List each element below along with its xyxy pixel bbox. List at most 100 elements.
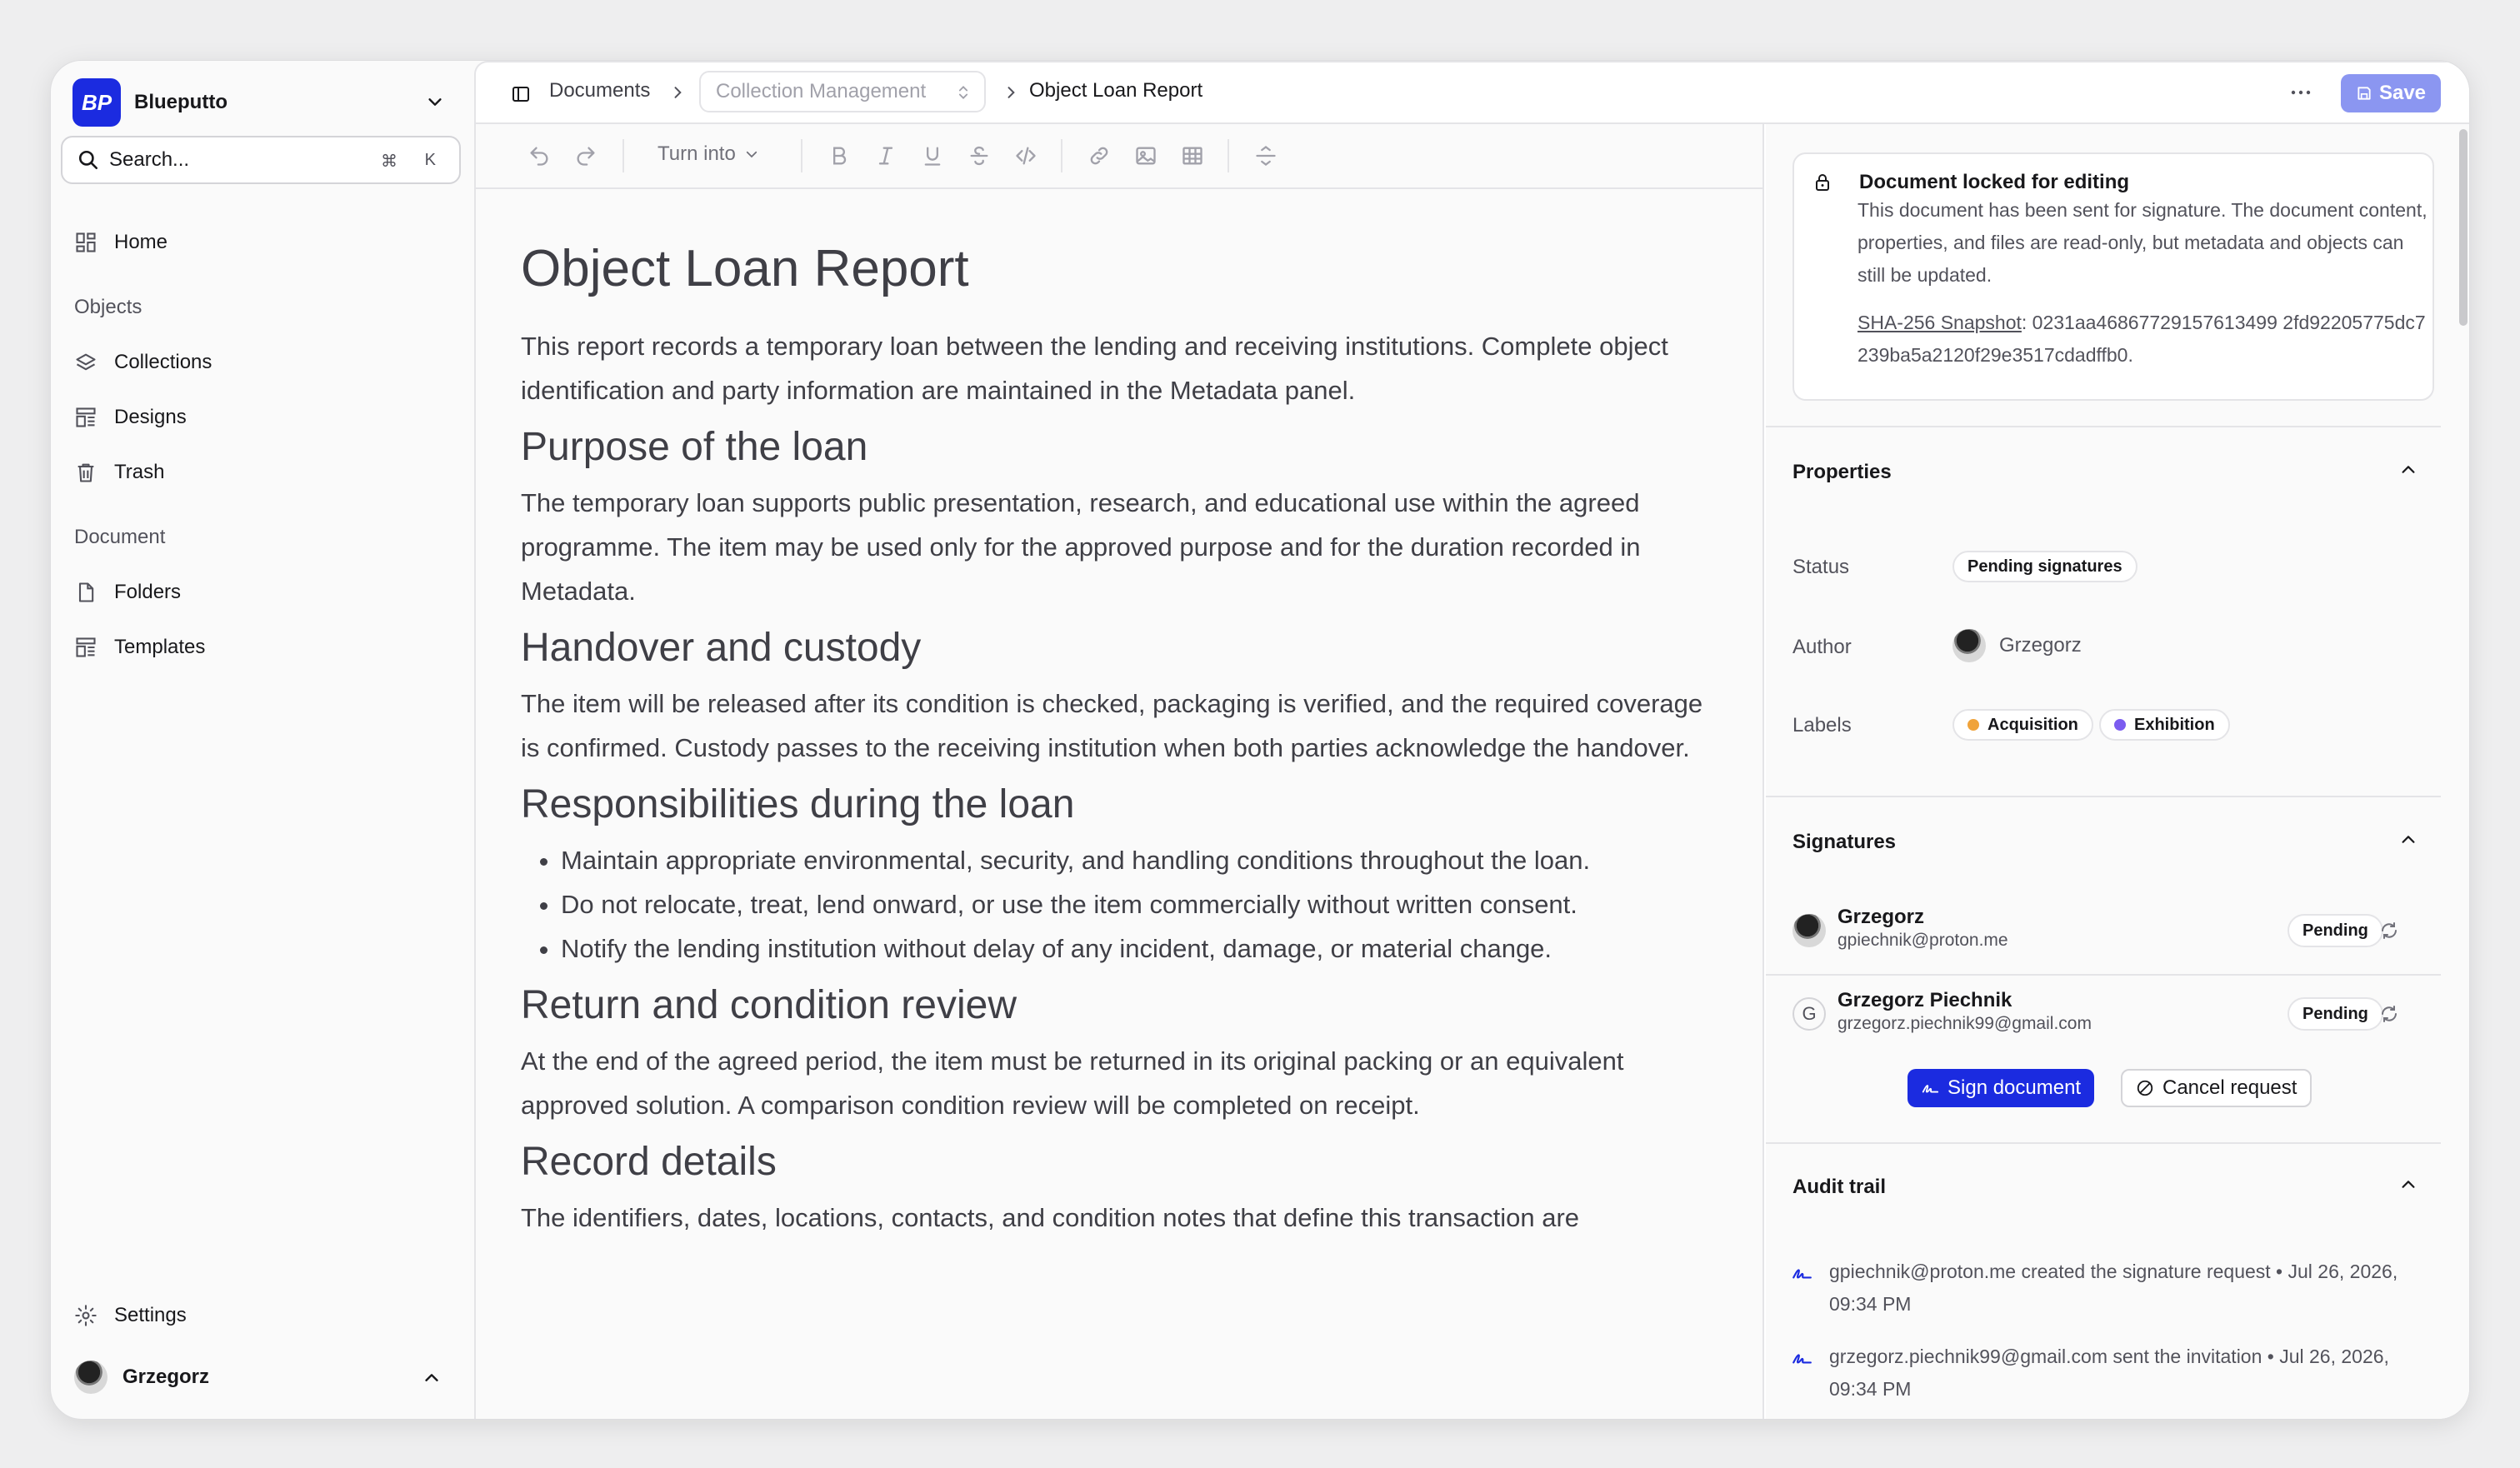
- chevron-down-icon: [428, 98, 442, 106]
- main-panel: Documents Collection Management Object L…: [474, 61, 2469, 1419]
- toolbar-divider: [1228, 139, 1229, 172]
- signature-row: G Grzegorz Piechnik grzegorz.piechnik99@…: [1766, 974, 2441, 1056]
- turn-into-dropdown[interactable]: Turn into: [658, 142, 759, 166]
- sidebar-item-label: Folders: [114, 581, 182, 603]
- properties-section: Properties Status Pending signatures Aut…: [1766, 426, 2441, 796]
- cancel-request-label: Cancel request: [2162, 1076, 2298, 1099]
- resend-icon[interactable]: [2379, 1004, 2399, 1024]
- sidebar-item-designs[interactable]: Designs: [74, 396, 187, 439]
- chevron-up-icon[interactable]: [422, 1369, 441, 1387]
- audit-trail-title: Audit trail: [1792, 1176, 1886, 1198]
- status-badge: Pending signatures: [1952, 551, 2138, 582]
- link-icon[interactable]: [1088, 144, 1111, 167]
- responsibilities-list: Maintain appropriate environmental, secu…: [561, 838, 1721, 971]
- breadcrumb-collection-select[interactable]: Collection Management: [699, 71, 986, 112]
- workspace-switcher[interactable]: BP Blueputto: [72, 67, 461, 137]
- lock-notice: Document locked for editing This documen…: [1792, 152, 2434, 401]
- document-title: Object Loan Report: [521, 240, 969, 297]
- breadcrumb-documents[interactable]: Documents: [549, 79, 650, 102]
- paragraph-intro: This report records a temporary loan bet…: [521, 332, 1668, 405]
- sidebar-item-label: Trash: [114, 461, 165, 483]
- redo-icon[interactable]: [574, 144, 598, 167]
- code-icon[interactable]: [1014, 144, 1038, 167]
- panel-scrollbar[interactable]: [2459, 129, 2468, 326]
- lock-title: Document locked for editing: [1859, 171, 2130, 193]
- label-chip[interactable]: Exhibition: [2099, 709, 2230, 741]
- chevron-right-icon: [674, 87, 682, 98]
- search-label: Search...: [109, 148, 190, 171]
- cancel-icon: [2137, 1080, 2153, 1096]
- editor: Turn into Object Loan Report This report: [476, 124, 1764, 1419]
- status-label: Status: [1792, 556, 1850, 578]
- sidebar-item-label: Templates: [114, 636, 206, 658]
- more-options-icon[interactable]: [2289, 82, 2312, 102]
- sidebar-item-templates[interactable]: Templates: [74, 626, 205, 669]
- audit-entry: grzegorz.piechnik99@gmail.com sent the i…: [1829, 1346, 2389, 1400]
- heading-return: Return and condition review: [521, 983, 1018, 1027]
- author-value: Grzegorz: [1952, 629, 2082, 662]
- underline-icon[interactable]: [921, 144, 944, 167]
- workspace-logo: BP: [72, 78, 121, 127]
- chevron-up-icon[interactable]: [2399, 831, 2418, 849]
- search-icon: [78, 150, 98, 170]
- label-color-dot: [2114, 719, 2126, 731]
- topbar: Documents Collection Management Object L…: [476, 62, 2469, 124]
- paragraph-handover: The item will be released after its cond…: [521, 689, 1703, 762]
- heading-handover: Handover and custody: [521, 626, 922, 670]
- sidebar-item-label: Settings: [114, 1304, 187, 1326]
- labels-label: Labels: [1792, 714, 1852, 736]
- image-icon[interactable]: [1134, 144, 1158, 167]
- properties-title: Properties: [1792, 461, 1892, 483]
- sidebar-item-label: Designs: [114, 406, 187, 428]
- document-heading: Document: [74, 526, 166, 548]
- details-panel: Document locked for editing This documen…: [1766, 124, 2469, 1419]
- sidebar-item-home[interactable]: Home: [74, 221, 168, 264]
- layers-icon: [76, 353, 96, 371]
- label-chip[interactable]: Acquisition: [1952, 709, 2093, 741]
- sidebar-item-label: Collections: [114, 351, 212, 373]
- snapshot-hash: SHA-256 Snapshot: 0231aa4686772915761349…: [1858, 307, 2436, 372]
- signature-status-badge: Pending: [2288, 997, 2383, 1031]
- sidebar-item-trash[interactable]: Trash: [74, 451, 164, 494]
- avatar: [1792, 914, 1826, 947]
- bold-icon[interactable]: [828, 144, 851, 167]
- signature-icon: [1792, 1354, 1812, 1364]
- chevron-down-icon: [746, 151, 757, 158]
- table-icon[interactable]: [1181, 144, 1204, 167]
- signatures-section: Signatures Grzegorz gpiechnik@proton.me …: [1766, 796, 2441, 1142]
- sidebar-item-folders[interactable]: Folders: [74, 571, 181, 614]
- resend-icon[interactable]: [2379, 921, 2399, 941]
- undo-icon[interactable]: [528, 144, 551, 167]
- save-button[interactable]: Save: [2341, 74, 2441, 112]
- divider-icon[interactable]: [1254, 144, 1278, 167]
- snapshot-link[interactable]: SHA-256 Snapshot: [1858, 312, 2022, 333]
- chevron-up-icon[interactable]: [2399, 1176, 2418, 1194]
- save-label: Save: [2378, 82, 2427, 104]
- sidebar-item-settings[interactable]: Settings: [74, 1294, 187, 1337]
- toolbar-divider: [1061, 139, 1062, 172]
- lock-description: This document has been sent for signatur…: [1858, 199, 2428, 286]
- objects-heading: Objects: [74, 296, 142, 318]
- strikethrough-icon[interactable]: [968, 144, 991, 167]
- document-body[interactable]: Object Loan Report This report records a…: [521, 237, 1721, 1243]
- template-icon: [76, 637, 96, 657]
- user-menu[interactable]: Grzegorz: [74, 1356, 209, 1399]
- app-window: BP Blueputto Search... ⌘ K Home Objects …: [50, 60, 2470, 1420]
- list-item: Notify the lending institution without d…: [561, 926, 1721, 971]
- paragraph-purpose: The temporary loan supports public prese…: [521, 488, 1641, 606]
- lock-icon: [1816, 174, 1829, 191]
- signature-icon: [1922, 1085, 1939, 1093]
- italic-icon[interactable]: [874, 144, 898, 167]
- cancel-request-button[interactable]: Cancel request: [2121, 1069, 2312, 1107]
- sign-document-button[interactable]: Sign document: [1908, 1069, 2095, 1107]
- sidebar-item-collections[interactable]: Collections: [74, 341, 212, 384]
- signature-icon: [1792, 1269, 1812, 1279]
- sidebar-toggle-icon[interactable]: [511, 84, 531, 104]
- search-button[interactable]: Search... ⌘ K: [61, 136, 461, 184]
- turn-into-label: Turn into: [658, 142, 736, 165]
- breadcrumb-current: Object Loan Report: [1029, 79, 1203, 102]
- heading-responsibilities: Responsibilities during the loan: [521, 782, 1075, 826]
- avatar-initial: G: [1792, 997, 1826, 1031]
- avatar: [74, 1361, 108, 1394]
- chevron-up-icon[interactable]: [2399, 461, 2418, 479]
